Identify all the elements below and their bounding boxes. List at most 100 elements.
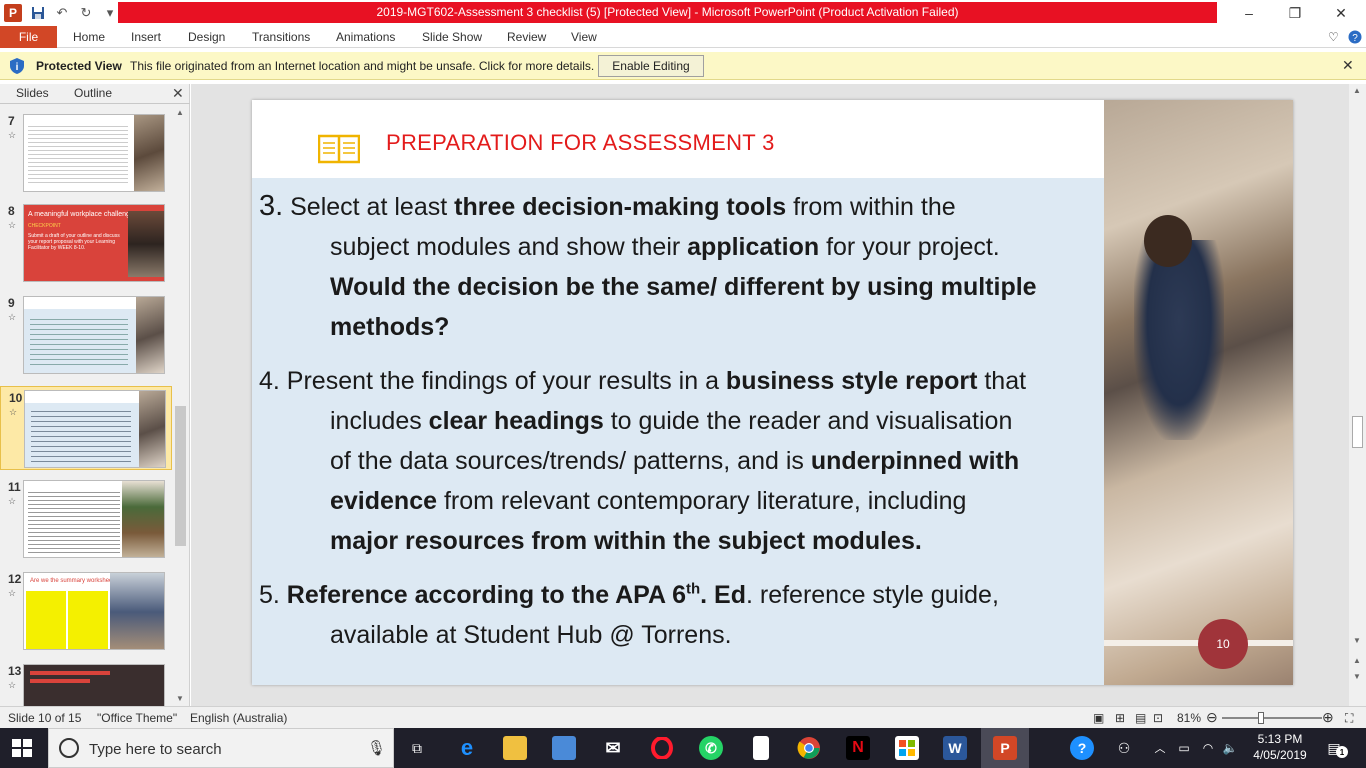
next-slide-icon[interactable]: ▼ [1353, 672, 1361, 681]
item-4: 4. Present the findings of your results … [259, 367, 1027, 555]
slide-thumbnail-9[interactable]: 9 ☆ [0, 296, 172, 376]
word-icon[interactable]: W [943, 736, 967, 760]
fit-slide-icon[interactable]: ⛶ [1345, 711, 1353, 726]
close-pane-icon[interactable]: ✕ [172, 85, 184, 102]
close-bar-icon[interactable]: ✕ [1342, 57, 1354, 74]
battery-icon[interactable]: ▭ [1172, 736, 1196, 760]
zoom-slider-handle[interactable] [1258, 712, 1264, 724]
animation-star-icon: ☆ [9, 407, 18, 417]
store-icon[interactable] [895, 736, 919, 760]
windows-start-icon[interactable] [12, 739, 32, 757]
animation-star-icon: ☆ [8, 588, 17, 598]
reading-view-icon[interactable]: ▤ [1135, 711, 1146, 725]
wifi-icon[interactable]: ◠ [1196, 736, 1220, 760]
animation-star-icon: ☆ [8, 496, 17, 506]
thumbnail-preview: A meaningful workplace challenge CHECKPO… [23, 204, 165, 282]
title-bar: P ↶ ↻ ▾ 2019-MGT602-Assessment 3 checkli… [0, 0, 1366, 26]
zoom-slider[interactable] [1222, 717, 1322, 719]
tab-home[interactable]: Home [73, 26, 105, 48]
edge-icon[interactable]: e [455, 735, 479, 760]
whatsapp-icon[interactable]: ✆ [699, 736, 723, 760]
scroll-thumb[interactable] [1352, 416, 1363, 448]
system-clock[interactable]: 5:13 PM 4/05/2019 [1248, 731, 1312, 763]
slide-show-icon[interactable]: ⊡ [1153, 711, 1163, 725]
chrome-icon[interactable] [797, 736, 821, 760]
thumbnail-number: 12 [8, 572, 22, 586]
slide-thumbnail-11[interactable]: 11 ☆ [0, 480, 172, 560]
window-title: 2019-MGT602-Assessment 3 checklist (5) [… [118, 2, 1217, 23]
tab-animations[interactable]: Animations [336, 26, 395, 48]
normal-view-icon[interactable]: ▣ [1093, 711, 1104, 725]
thumbnail-preview [23, 480, 165, 558]
zoom-level[interactable]: 81% [1177, 711, 1201, 725]
task-view-icon[interactable]: ⧉ [405, 736, 429, 760]
close-button[interactable]: ✕ [1318, 0, 1364, 26]
protected-view-message[interactable]: This file originated from an Internet lo… [130, 59, 594, 73]
thumbnail-number: 7 [8, 114, 15, 128]
theme-name[interactable]: "Office Theme" [97, 711, 177, 725]
slide-thumbnail-7[interactable]: 7 ☆ [0, 114, 172, 194]
customize-qat-icon[interactable]: ▾ [102, 5, 118, 21]
item-3: 3. Select at least three decision-making… [259, 190, 1037, 341]
book-icon [318, 134, 360, 164]
slides-scrollbar[interactable]: ▲ ▼ [172, 106, 189, 706]
tab-insert[interactable]: Insert [131, 26, 161, 48]
tab-slides[interactable]: Slides [16, 86, 49, 100]
animation-star-icon: ☆ [8, 220, 17, 230]
mail-icon[interactable]: ✉ [601, 736, 625, 760]
people-icon[interactable]: ⚇ [1112, 736, 1136, 760]
document-icon[interactable] [753, 736, 769, 760]
vertical-scrollbar[interactable]: ▲ ▼ ▲ ▼ [1349, 84, 1366, 706]
zoom-out-icon[interactable]: ⊖ [1206, 709, 1218, 726]
thumbnail-preview [23, 296, 165, 374]
microphone-icon[interactable]: 🎙 [367, 739, 386, 757]
animation-star-icon: ☆ [8, 130, 17, 140]
notification-badge: 1 [1336, 746, 1348, 758]
slide-thumbnail-8[interactable]: 8 ☆ A meaningful workplace challenge CHE… [0, 204, 172, 284]
tab-file[interactable]: File [0, 26, 57, 48]
thumbnail-preview [24, 390, 166, 468]
thumbnail-preview [23, 664, 165, 706]
quick-access-toolbar: P ↶ ↻ ▾ [0, 0, 118, 26]
file-explorer-icon[interactable] [503, 736, 527, 760]
shield-info-icon: i [10, 58, 24, 74]
zoom-in-icon[interactable]: ⊕ [1322, 709, 1334, 726]
scroll-thumb[interactable] [175, 406, 186, 546]
slide-thumbnail-12[interactable]: 12 ☆ Are we the summary worksheet [0, 572, 172, 652]
slide-thumbnail-13[interactable]: 13 ☆ [0, 664, 172, 706]
tab-view[interactable]: View [571, 26, 597, 48]
thumbnail-sub: CHECKPOINT [28, 223, 61, 229]
undo-icon[interactable]: ↶ [54, 5, 70, 21]
restore-button[interactable]: ❐ [1272, 0, 1318, 26]
tab-review[interactable]: Review [507, 26, 546, 48]
show-hidden-icons[interactable]: ︿ [1148, 736, 1172, 760]
current-slide[interactable]: PREPARATION FOR ASSESSMENT 3 3. Select a… [252, 100, 1293, 685]
netflix-icon[interactable]: N [846, 736, 870, 760]
redo-icon[interactable]: ↻ [78, 5, 94, 21]
svg-text:?: ? [1352, 33, 1358, 44]
help-taskbar-icon[interactable]: ? [1070, 736, 1094, 760]
slide-thumbnail-10[interactable]: 10 ☆ [0, 386, 172, 470]
enable-editing-button[interactable]: Enable Editing [598, 55, 704, 77]
previous-slide-icon[interactable]: ▲ [1353, 656, 1361, 665]
opera-icon[interactable] [650, 736, 674, 760]
tab-design[interactable]: Design [188, 26, 225, 48]
network-computer-icon[interactable] [552, 736, 576, 760]
slide-photo [1104, 100, 1293, 685]
powerpoint-icon[interactable]: P [993, 736, 1017, 760]
tab-outline[interactable]: Outline [74, 86, 112, 100]
status-bar: Slide 10 of 15 "Office Theme" English (A… [0, 706, 1366, 728]
help-icon[interactable]: ? [1348, 26, 1362, 48]
language[interactable]: English (Australia) [190, 711, 287, 725]
tab-slide-show[interactable]: Slide Show [422, 26, 482, 48]
minimize-button[interactable]: – [1226, 0, 1272, 26]
thumbnail-body: Submit a draft of your outline and discu… [28, 233, 120, 251]
taskbar-search-box[interactable]: Type here to search 🎙 [48, 728, 394, 768]
minimize-ribbon-icon[interactable]: ♡ [1328, 26, 1339, 48]
volume-icon[interactable]: 🔈 [1218, 736, 1242, 760]
tab-transitions[interactable]: Transitions [252, 26, 310, 48]
slide-sorter-icon[interactable]: ⊞ [1115, 711, 1125, 725]
slides-pane: Slides Outline ✕ 7 ☆ 8 ☆ A meaningful wo… [0, 84, 190, 706]
powerpoint-logo-icon[interactable]: P [4, 4, 22, 22]
save-icon[interactable] [30, 5, 46, 21]
